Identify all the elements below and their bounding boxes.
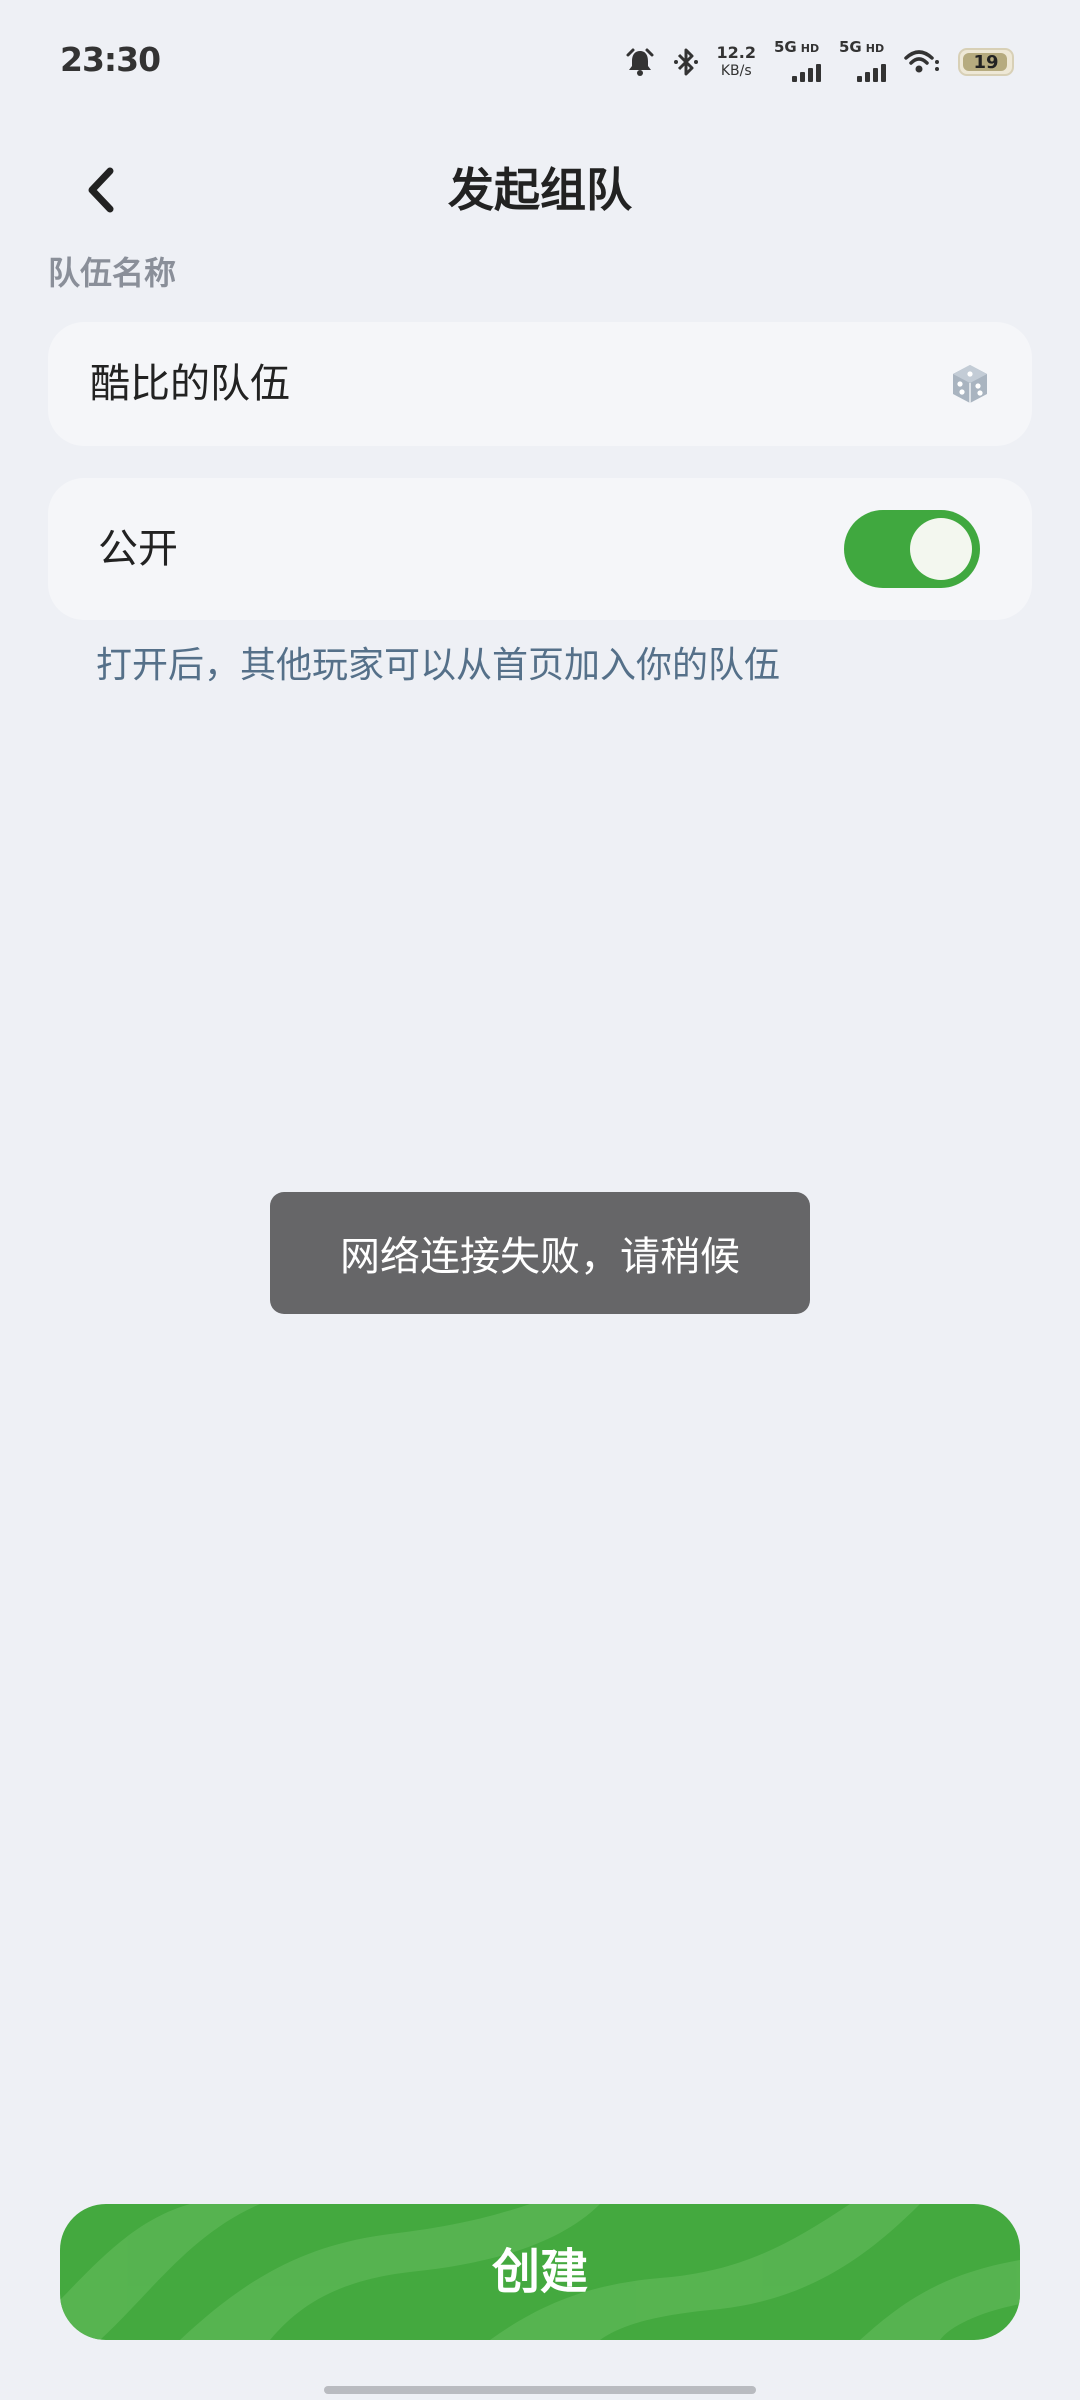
net-speed: 12.2 KB/s: [717, 44, 756, 80]
team-name-label: 队伍名称: [48, 254, 177, 292]
create-button[interactable]: 创建: [60, 2204, 1020, 2340]
team-name-field[interactable]: 酷比的队伍: [48, 322, 1032, 446]
header: 发起组队: [0, 130, 1080, 230]
sim1-signal-icon: 5G HD: [774, 38, 821, 82]
public-setting-row: 公开: [48, 478, 1032, 620]
status-time: 23:30: [60, 40, 161, 79]
random-name-button[interactable]: [948, 362, 992, 406]
create-button-label: 创建: [491, 2244, 588, 2300]
status-bar: 23:30 12.2 KB/s 5G HD 5G HD 19: [0, 0, 1080, 120]
error-toast: 网络连接失败，请稍候: [270, 1192, 810, 1314]
sim2-signal-icon: 5G HD: [839, 38, 886, 82]
battery-icon: 19: [958, 48, 1014, 76]
sim2-hd: HD: [865, 42, 885, 55]
page-title: 发起组队: [448, 163, 632, 217]
sim1-hd: HD: [800, 42, 820, 55]
net-speed-unit: KB/s: [720, 63, 752, 79]
alarm-icon: [625, 47, 655, 77]
public-toggle[interactable]: [844, 510, 980, 588]
status-icons: 12.2 KB/s 5G HD 5G HD 19: [625, 38, 1014, 86]
team-name-value[interactable]: 酷比的队伍: [90, 322, 290, 446]
sim1-network-type: 5G: [774, 38, 797, 56]
net-speed-value: 12.2: [716, 43, 756, 62]
home-indicator[interactable]: [324, 2386, 756, 2394]
public-label: 公开: [98, 526, 178, 572]
battery-level: 19: [973, 51, 999, 73]
bluetooth-icon: [673, 46, 699, 78]
sim2-network-type: 5G: [839, 38, 862, 56]
dice-icon: [953, 365, 987, 403]
public-hint: 打开后，其他玩家可以从首页加入你的队伍: [96, 645, 781, 686]
toggle-knob: [910, 518, 972, 580]
wifi-icon: [904, 48, 940, 76]
